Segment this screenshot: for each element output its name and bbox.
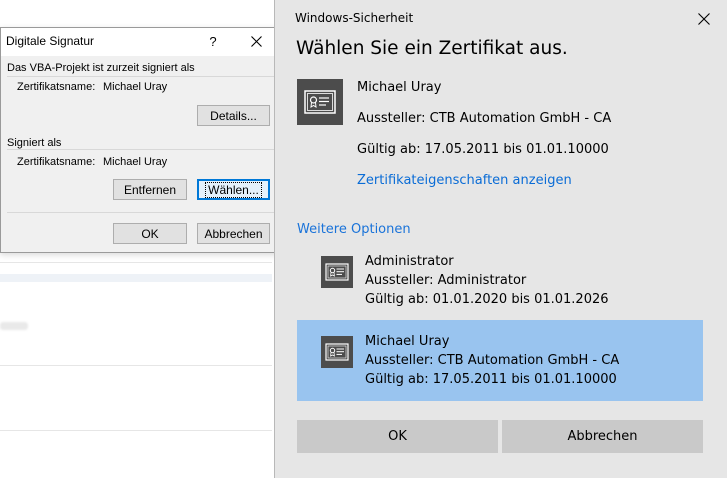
current-cert-name-label: Zertifikatsname: — [17, 81, 96, 93]
background-band — [0, 274, 272, 282]
remove-button[interactable]: Entfernen — [113, 179, 187, 200]
current-signature-label: Das VBA-Projekt ist zurzeit signiert als — [7, 62, 195, 74]
ok-button[interactable]: OK — [113, 223, 187, 244]
background-divider — [0, 365, 272, 366]
certificate-icon — [297, 79, 343, 125]
background-text-fragment — [0, 322, 28, 330]
help-button[interactable]: ? — [203, 32, 223, 52]
digital-signature-dialog: Digitale Signatur ? Das VBA-Projekt ist … — [0, 27, 279, 253]
option-cert-issuer: Aussteller: CTB Automation GmbH - CA — [365, 353, 620, 368]
signed-cert-name-label: Zertifikatsname: — [17, 156, 96, 168]
windows-security-dialog: Windows-Sicherheit Wählen Sie ein Zertif… — [274, 0, 727, 478]
option-cert-name: Administrator — [365, 254, 454, 269]
close-button[interactable] — [695, 10, 713, 26]
section-divider — [7, 76, 277, 77]
choose-button[interactable]: Wählen... — [197, 179, 270, 200]
dialog-caption: Windows-Sicherheit — [295, 11, 414, 25]
option-cert-issuer: Aussteller: Administrator — [365, 273, 527, 288]
option-cert-validity: Gültig ab: 17.05.2011 bis 01.01.10000 — [365, 372, 617, 387]
dialog-heading: Wählen Sie ein Zertifikat aus. — [296, 38, 568, 59]
signed-cert-name-value: Michael Uray — [103, 156, 168, 168]
close-button[interactable] — [245, 32, 267, 52]
option-cert-name: Michael Uray — [365, 334, 450, 349]
background-divider — [0, 262, 272, 263]
close-icon — [698, 13, 710, 25]
button-divider — [7, 212, 277, 213]
primary-cert-name: Michael Uray — [357, 80, 442, 95]
certificate-icon — [321, 336, 353, 368]
more-options-link[interactable]: Weitere Optionen — [297, 222, 411, 237]
option-cert-validity: Gültig ab: 01.01.2020 bis 01.01.2026 — [365, 292, 609, 307]
details-button[interactable]: Details... — [197, 105, 270, 126]
cancel-button[interactable]: Abbrechen — [502, 420, 703, 453]
certificate-option-selected[interactable]: Michael Uray Aussteller: CTB Automation … — [297, 320, 703, 401]
primary-cert-issuer: Aussteller: CTB Automation GmbH - CA — [357, 111, 612, 126]
primary-cert-validity: Gültig ab: 17.05.2011 bis 01.01.10000 — [357, 142, 609, 157]
section-divider — [7, 149, 277, 150]
close-icon — [250, 36, 262, 47]
background-divider — [0, 430, 272, 431]
cancel-button[interactable]: Abbrechen — [197, 223, 270, 244]
ok-button[interactable]: OK — [297, 420, 498, 453]
current-cert-name-value: Michael Uray — [103, 81, 168, 93]
signed-as-label: Signiert als — [7, 137, 62, 149]
certificate-icon — [321, 256, 353, 288]
certificate-option[interactable]: Administrator Aussteller: Administrator … — [297, 246, 703, 312]
dialog-title: Digitale Signatur — [6, 34, 95, 48]
certificate-properties-link[interactable]: Zertifikateigenschaften anzeigen — [357, 173, 572, 188]
dialog-titlebar: Digitale Signatur ? — [1, 28, 278, 56]
